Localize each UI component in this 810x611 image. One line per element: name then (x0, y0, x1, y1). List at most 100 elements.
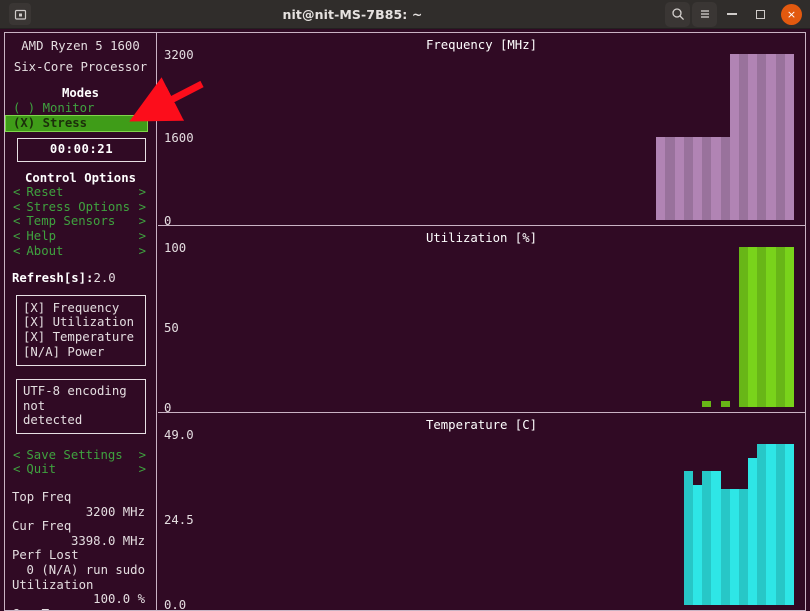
bar (674, 137, 684, 220)
bar (766, 443, 776, 605)
option-label: Quit (26, 462, 57, 477)
bar (748, 54, 758, 220)
stat-value-perf-lost: 0 (N/A) run sudo (26, 563, 145, 578)
bar (692, 485, 703, 605)
bar (720, 137, 730, 220)
elapsed-timer: 00:00:21 (17, 137, 146, 162)
bar (748, 457, 758, 605)
checkbox-temperature[interactable]: [X] Temperature (23, 330, 145, 345)
stat-label-perf-lost: Perf Lost (12, 548, 79, 563)
maximize-icon[interactable] (747, 2, 773, 27)
bar (720, 400, 730, 407)
bar (775, 247, 785, 407)
refresh-label: Refresh[s]: (12, 271, 94, 286)
checkbox-power[interactable]: [N/A] Power (23, 345, 145, 360)
bar (738, 488, 749, 605)
bar-series (656, 435, 794, 605)
y-axis-tick: 100 (164, 241, 187, 255)
bar (702, 471, 712, 605)
option-save-settings[interactable]: < Save Settings > (5, 448, 156, 463)
search-icon[interactable] (665, 1, 690, 27)
bar (766, 247, 776, 407)
bar (775, 54, 785, 220)
bar (784, 54, 794, 220)
checkbox-frequency[interactable]: [X] Frequency (23, 301, 145, 316)
bracket-right: > (138, 199, 146, 214)
mode-stress[interactable]: (X) Stress (5, 115, 148, 132)
control-option-stress-options[interactable]: < Stress Options > (5, 200, 156, 215)
bracket-right: > (138, 462, 146, 477)
stat-label-cur-temp: Cur Temp (5, 607, 156, 610)
bar (757, 247, 767, 407)
titlebar-left (0, 3, 40, 25)
bracket-left: < (13, 214, 21, 229)
titlebar-controls: × (665, 1, 810, 27)
bracket-left: < (13, 447, 21, 462)
control-options-heading: Control Options (24, 170, 137, 185)
hamburger-menu-icon[interactable] (692, 1, 717, 27)
bracket-left: < (13, 199, 21, 214)
y-axis-tick: 1600 (164, 131, 194, 145)
control-option-temp-sensors[interactable]: < Temp Sensors > (5, 214, 156, 229)
bar (784, 247, 794, 407)
bracket-right: > (138, 447, 146, 462)
minimize-icon[interactable] (719, 2, 745, 27)
window-title: nit@nit-MS-7B85: ~ (282, 6, 423, 22)
terminal-icon[interactable] (9, 3, 31, 25)
bracket-left: < (13, 243, 21, 258)
control-option-label: About (26, 243, 64, 258)
bar (711, 137, 721, 220)
chart-plot: 100 50 0 (158, 226, 799, 414)
bar (683, 137, 693, 220)
bar-series (656, 54, 794, 220)
bar (766, 54, 776, 220)
modes-heading: Modes (61, 86, 100, 101)
bracket-left: < (13, 185, 21, 200)
bracket-left: < (13, 228, 21, 243)
mode-monitor[interactable]: ( ) Monitor (5, 101, 156, 116)
chart-frequency: Frequency [MHz] 3200 1600 0 (158, 33, 805, 227)
refresh-interval[interactable]: Refresh[s]:2.0 (5, 271, 156, 286)
control-option-label: Reset (26, 185, 64, 200)
bar (692, 137, 703, 220)
bar (729, 54, 739, 220)
stat-value-utilization: 100.0 % (93, 592, 145, 607)
metrics-checklist: [X] Frequency [X] Utilization [X] Temper… (16, 294, 146, 367)
bottom-options: < Save Settings > < Quit > (5, 448, 156, 477)
encoding-warning-line2: detected (23, 413, 83, 428)
bar (784, 443, 794, 605)
y-axis-tick: 0.0 (164, 598, 187, 611)
close-icon[interactable]: × (781, 3, 802, 25)
chart-plot: 49.0 24.5 0.0 (158, 413, 799, 610)
control-option-reset[interactable]: < Reset > (5, 185, 156, 200)
y-axis-tick: 50 (164, 321, 179, 335)
chart-utilization: Utilization [%] 100 50 0 (158, 226, 805, 414)
y-axis-tick: 3200 (164, 48, 194, 62)
stat-value-top-freq: 3200 MHz (85, 504, 145, 519)
control-option-help[interactable]: < Help > (5, 229, 156, 244)
option-quit[interactable]: < Quit > (5, 462, 156, 477)
bar (683, 471, 693, 605)
y-axis-tick: 24.5 (164, 513, 194, 527)
stats-panel: Top Freq 3200 MHz Cur Freq 3398.0 MHz Pe… (5, 490, 156, 610)
bracket-right: > (138, 228, 146, 243)
bar (738, 54, 749, 220)
refresh-value: 2.0 (93, 271, 116, 286)
cpu-model-line1: AMD Ryzen 5 1600 (21, 39, 140, 53)
bar (711, 471, 721, 605)
control-option-label: Temp Sensors (26, 214, 116, 229)
bar (702, 400, 712, 407)
bar (702, 137, 712, 220)
chart-plot: 3200 1600 0 (158, 33, 799, 227)
checkbox-utilization[interactable]: [X] Utilization (23, 315, 145, 330)
cpu-model-line2: Six-Core Processor (13, 59, 148, 74)
encoding-warning: UTF-8 encoding not detected (16, 379, 146, 434)
encoding-warning-line1: UTF-8 encoding not (23, 384, 127, 413)
bar (729, 488, 739, 605)
bar (738, 247, 749, 407)
tui-frame: AMD Ryzen 5 1600 Six-Core Processor Mode… (4, 32, 806, 611)
control-option-about[interactable]: < About > (5, 244, 156, 259)
chart-temperature: Temperature [C] 49.0 24.5 0.0 (158, 413, 805, 610)
bar-series (656, 247, 794, 407)
bracket-right: > (138, 243, 146, 258)
